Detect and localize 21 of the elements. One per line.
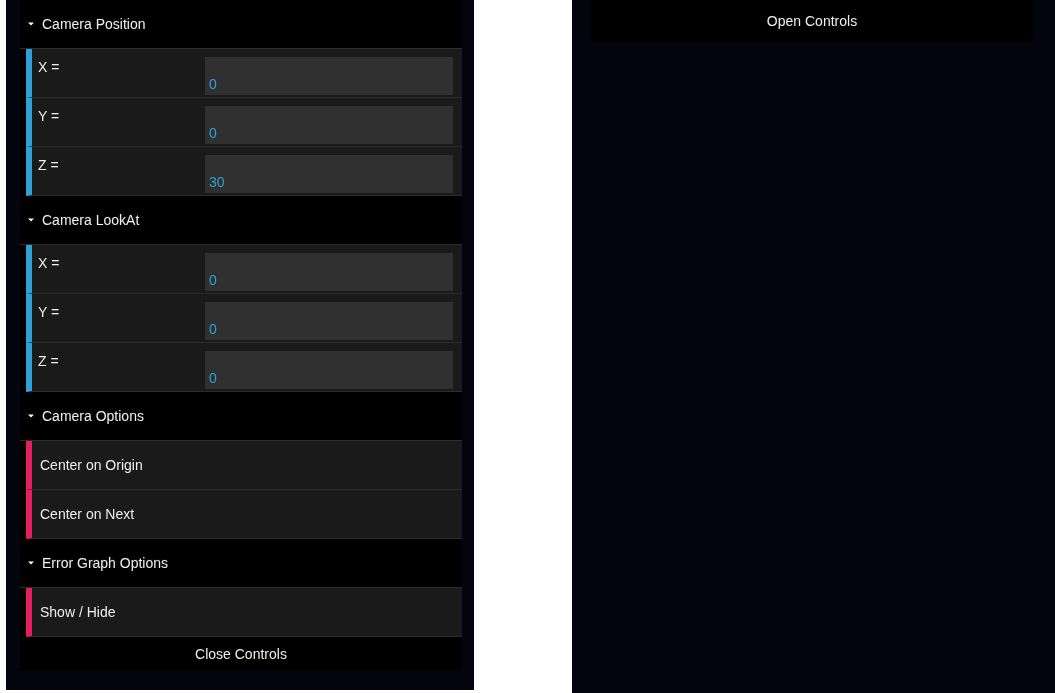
- number-field[interactable]: 0: [205, 253, 453, 291]
- open-controls-button[interactable]: Open Controls: [591, 0, 1033, 42]
- action-button[interactable]: Show / Hide: [26, 588, 462, 637]
- caret-icon: [28, 217, 34, 223]
- caret-icon: [28, 413, 34, 419]
- caret-icon: [28, 560, 34, 566]
- property-label: Y =: [37, 108, 61, 124]
- property-label: X =: [37, 255, 61, 271]
- number-field[interactable]: 0: [205, 57, 453, 95]
- caret-icon: [28, 21, 34, 27]
- number-field[interactable]: 0: [205, 106, 453, 144]
- action-button[interactable]: Center on Origin: [26, 441, 462, 490]
- property-label: X =: [37, 59, 61, 75]
- number-field[interactable]: 30: [205, 155, 453, 193]
- property-label: Z =: [37, 353, 60, 369]
- number-field[interactable]: 0: [205, 351, 453, 389]
- property-label: Z =: [37, 157, 60, 173]
- property-label: Y =: [37, 304, 61, 320]
- number-field[interactable]: 0: [205, 302, 453, 340]
- action-button[interactable]: Center on Next: [26, 490, 462, 539]
- close-controls-button[interactable]: Close Controls: [20, 637, 462, 671]
